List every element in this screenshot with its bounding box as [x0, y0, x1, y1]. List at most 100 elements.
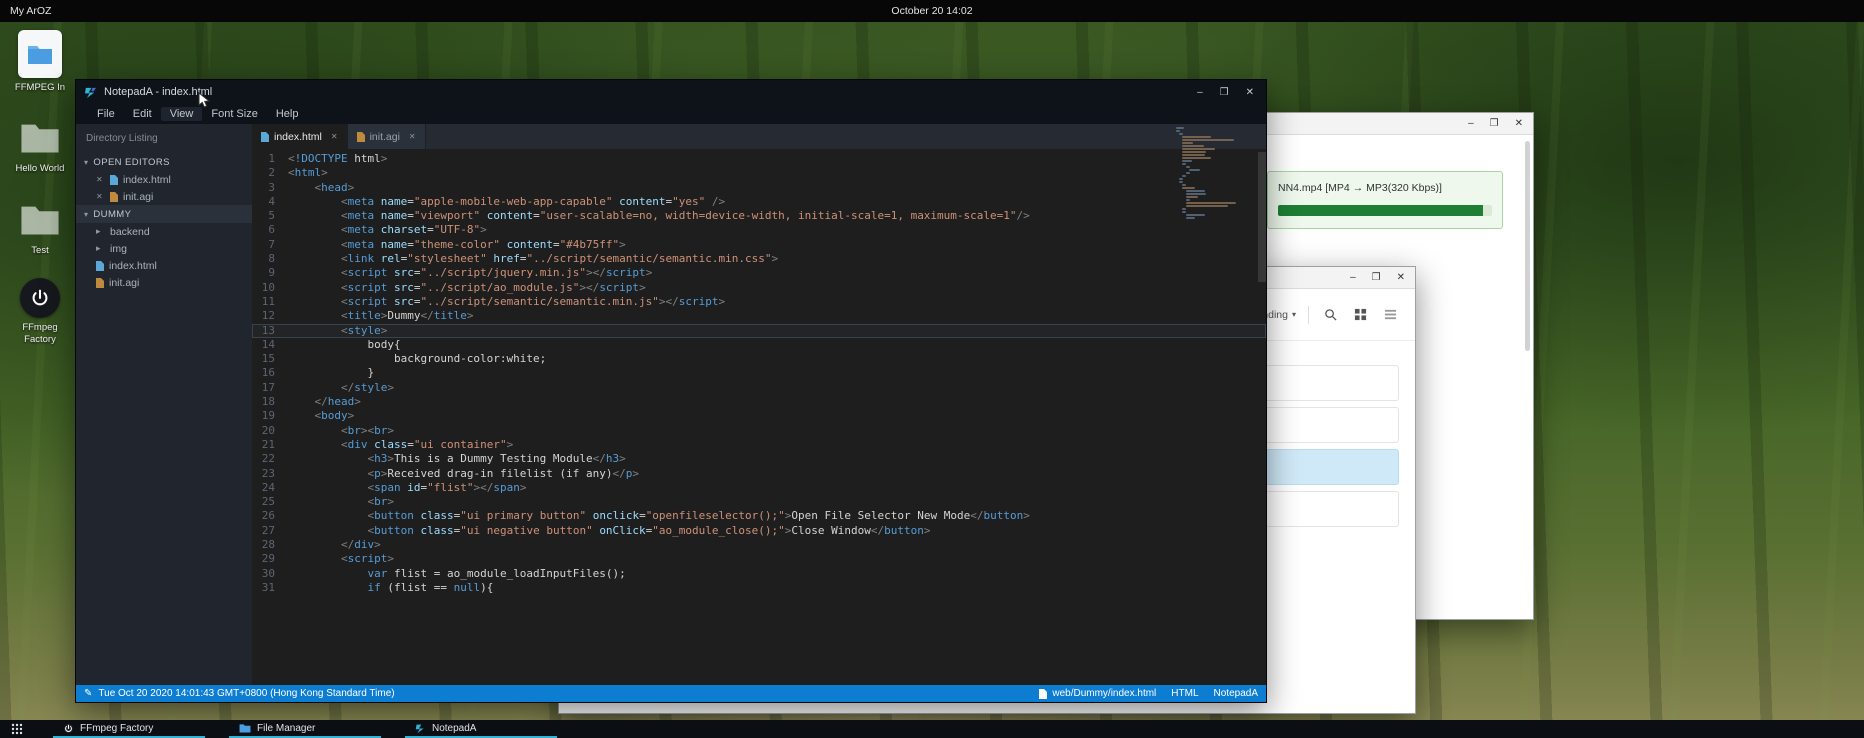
- code-line-2[interactable]: 2<html>: [252, 166, 1266, 180]
- menu-font-size[interactable]: Font Size: [202, 107, 266, 121]
- code-line-23[interactable]: 23 <p>Received drag-in filelist (if any)…: [252, 467, 1266, 481]
- code-line-26[interactable]: 26 <button class="ui primary button" onc…: [252, 509, 1266, 523]
- chevron-down-icon: ▾: [84, 158, 88, 167]
- desktop-icon-hello-world[interactable]: Hello World: [8, 115, 72, 174]
- code-line-29[interactable]: 29 <script>: [252, 552, 1266, 566]
- code-line-13[interactable]: 13 <style>: [252, 324, 1266, 338]
- code-line-16[interactable]: 16 }: [252, 366, 1266, 380]
- taskbar-file-manager[interactable]: File Manager: [229, 720, 381, 738]
- taskbar-notepada[interactable]: NotepadA: [405, 720, 557, 738]
- menu-help[interactable]: Help: [267, 107, 308, 121]
- window-title: NotepadA - index.html: [104, 86, 212, 98]
- close-button[interactable]: ✕: [1397, 273, 1405, 283]
- notepada-logo-icon: [84, 86, 97, 99]
- code-line-24[interactable]: 24 <span id="flist"></span>: [252, 481, 1266, 495]
- minimap-line: [1182, 208, 1186, 210]
- tab-init.agi[interactable]: init.agi✕: [348, 124, 426, 149]
- code-line-30[interactable]: 30 var flist = ao_module_loadInputFiles(…: [252, 567, 1266, 581]
- code-line-6[interactable]: 6 <meta charset="UTF-8">: [252, 223, 1266, 237]
- line-number: 20: [252, 424, 288, 438]
- line-number: 2: [252, 166, 288, 180]
- clock: October 20 14:02: [891, 5, 972, 17]
- conversion-task-card: NN4.mp4 [MP4 → MP3(320 Kbps)]: [1267, 171, 1503, 229]
- minimap-line: [1186, 214, 1206, 216]
- statusbar-language[interactable]: HTML: [1171, 688, 1198, 699]
- minimap[interactable]: [1176, 127, 1254, 220]
- code-line-18[interactable]: 18 </head>: [252, 395, 1266, 409]
- menu-view[interactable]: View: [161, 107, 203, 121]
- code-line-17[interactable]: 17 </style>: [252, 381, 1266, 395]
- taskbar-ffmpeg-factory[interactable]: FFmpeg Factory: [53, 720, 205, 738]
- code-line-11[interactable]: 11 <script src="../script/semantic/seman…: [252, 295, 1266, 309]
- close-icon[interactable]: ✕: [331, 132, 338, 141]
- taskbar: FFmpeg Factory File Manager NotepadA: [0, 720, 1864, 738]
- close-button[interactable]: ✕: [1246, 87, 1254, 98]
- desktop-icon-label: FFMPEG In: [15, 82, 65, 93]
- desktop-icon-label: Hello World: [16, 163, 65, 174]
- tab-index.html[interactable]: index.html✕: [252, 124, 348, 149]
- aroz-start-menu[interactable]: My ArOZ: [10, 5, 51, 17]
- section-open-editors[interactable]: ▾ OPEN EDITORS: [76, 153, 252, 171]
- menu-edit[interactable]: Edit: [124, 107, 161, 121]
- code-line-28[interactable]: 28 </div>: [252, 538, 1266, 552]
- open-editor-item[interactable]: ✕index.html: [76, 171, 252, 188]
- desktop-icon-test[interactable]: Test: [8, 197, 72, 256]
- code-line-20[interactable]: 20 <br><br>: [252, 424, 1266, 438]
- desktop-icon-ffmpeg-in[interactable]: FFMPEG In: [8, 30, 72, 93]
- scrollbar[interactable]: [1525, 141, 1530, 351]
- code-line-25[interactable]: 25 <br>: [252, 495, 1266, 509]
- close-icon[interactable]: ✕: [96, 192, 105, 201]
- code-line-10[interactable]: 10 <script src="../script/ao_module.js">…: [252, 281, 1266, 295]
- app-grid-icon[interactable]: [5, 720, 29, 738]
- tree-file-index.html[interactable]: index.html: [76, 257, 252, 274]
- tree-folder-img[interactable]: ▸img: [76, 240, 252, 257]
- code-line-5[interactable]: 5 <meta name="viewport" content="user-sc…: [252, 209, 1266, 223]
- minimize-button[interactable]: –: [1468, 119, 1474, 129]
- search-icon[interactable]: [1321, 306, 1339, 324]
- code-line-3[interactable]: 3 <head>: [252, 181, 1266, 195]
- code-line-14[interactable]: 14 body{: [252, 338, 1266, 352]
- notepada-window: NotepadA - index.html – ❐ ✕ FileEditView…: [75, 79, 1267, 703]
- scrollbar-thumb[interactable]: [1258, 152, 1266, 282]
- section-dummy-project[interactable]: ▾ DUMMY: [76, 205, 252, 223]
- minimap-line: [1179, 181, 1183, 183]
- code-line-12[interactable]: 12 <title>Dummy</title>: [252, 309, 1266, 323]
- minimap-line: [1182, 157, 1211, 159]
- line-number: 15: [252, 352, 288, 366]
- code-line-4[interactable]: 4 <meta name="apple-mobile-web-app-capab…: [252, 195, 1266, 209]
- notepada-titlebar[interactable]: NotepadA - index.html – ❐ ✕: [76, 80, 1266, 104]
- maximize-button[interactable]: ❐: [1220, 87, 1229, 98]
- list-view-icon[interactable]: [1381, 306, 1399, 324]
- code-line-1[interactable]: 1<!DOCTYPE html>: [252, 152, 1266, 166]
- file-icon: [110, 192, 118, 202]
- tree-folder-backend[interactable]: ▸backend: [76, 223, 252, 240]
- code-line-9[interactable]: 9 <script src="../script/jquery.min.js">…: [252, 266, 1266, 280]
- maximize-button[interactable]: ❐: [1490, 119, 1499, 129]
- folder-shortcut-icon: [18, 30, 62, 78]
- open-editor-item[interactable]: ✕init.agi: [76, 188, 252, 205]
- tree-file-init.agi[interactable]: init.agi: [76, 274, 252, 291]
- menu-file[interactable]: File: [88, 107, 124, 121]
- close-icon[interactable]: ✕: [409, 132, 416, 141]
- grid-view-icon[interactable]: [1351, 306, 1369, 324]
- code-line-8[interactable]: 8 <link rel="stylesheet" href="../script…: [252, 252, 1266, 266]
- code-line-22[interactable]: 22 <h3>This is a Dummy Testing Module</h…: [252, 452, 1266, 466]
- code-line-31[interactable]: 31 if (flist == null){: [252, 581, 1266, 595]
- code-line-15[interactable]: 15 background-color:white;: [252, 352, 1266, 366]
- close-icon[interactable]: ✕: [96, 175, 105, 184]
- minimize-button[interactable]: –: [1197, 87, 1203, 98]
- code-line-21[interactable]: 21 <div class="ui container">: [252, 438, 1266, 452]
- code-editor[interactable]: 1<!DOCTYPE html>2<html>3 <head>4 <meta n…: [252, 149, 1266, 685]
- code-line-7[interactable]: 7 <meta name="theme-color" content="#4b7…: [252, 238, 1266, 252]
- code-line-27[interactable]: 27 <button class="ui negative button" on…: [252, 524, 1266, 538]
- close-button[interactable]: ✕: [1515, 119, 1523, 129]
- file-icon: [261, 132, 269, 142]
- minimap-line: [1189, 169, 1201, 171]
- code-line-19[interactable]: 19 <body>: [252, 409, 1266, 423]
- desktop-icon-label: Test: [31, 245, 48, 256]
- maximize-button[interactable]: ❐: [1372, 273, 1381, 283]
- line-number: 5: [252, 209, 288, 223]
- minimize-button[interactable]: –: [1350, 273, 1356, 283]
- desktop-icon-ffmpeg-factory[interactable]: FFmpeg Factory: [8, 278, 72, 345]
- line-number: 3: [252, 181, 288, 195]
